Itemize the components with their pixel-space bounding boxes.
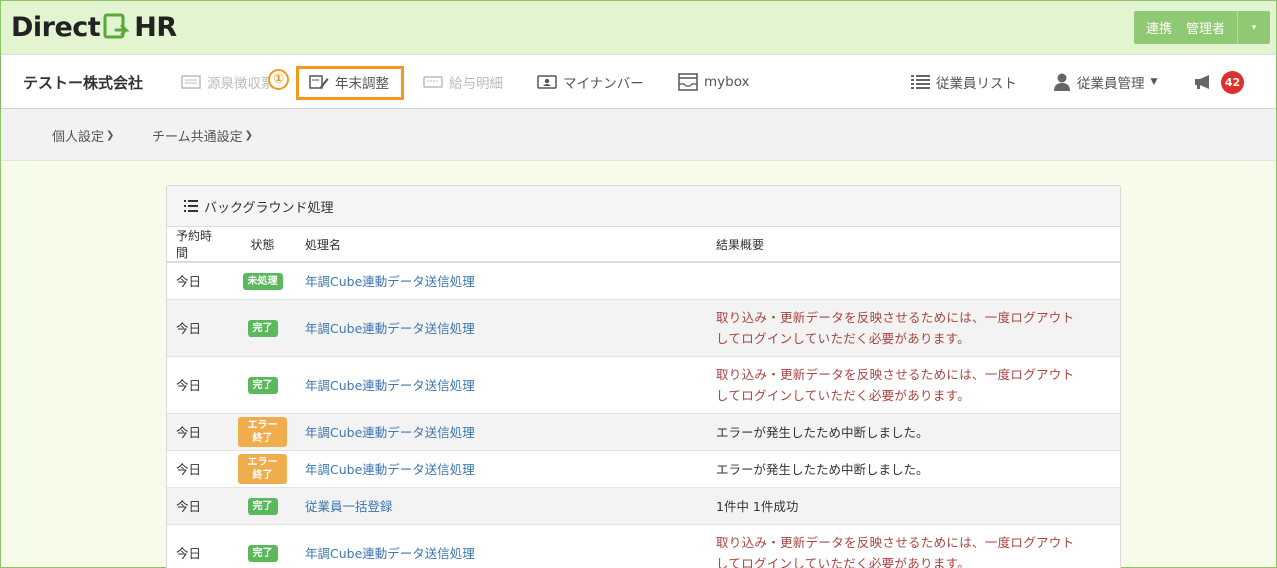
admin-button[interactable]: 連携 管理者 xyxy=(1133,11,1237,44)
top-header: Direct HR 連携 管理者 ▾ xyxy=(1,1,1276,54)
status-badge: 完了 xyxy=(247,544,278,562)
result-line: してログインしていただく必要があります。 xyxy=(716,555,971,568)
panel-header: バックグラウンド処理 xyxy=(167,186,1120,227)
background-jobs-panel: バックグラウンド処理 予約時間 状態 処理名 結果概要 今日 未処理 年調Cub… xyxy=(166,185,1121,568)
step-marker: ① xyxy=(268,69,289,90)
nav-item-label: 年末調整 xyxy=(335,76,389,92)
nav-item-employee-admin[interactable]: 従業員管理 ▼ xyxy=(1053,55,1157,109)
ledger-icon xyxy=(181,75,201,89)
nav-item-label: 給与明細 xyxy=(449,76,503,92)
result-line: してログインしていただく必要があります。 xyxy=(716,330,971,346)
status-badge: 完了 xyxy=(247,319,278,337)
panel-title: バックグラウンド処理 xyxy=(204,200,334,216)
chevron-down-icon: ❯ xyxy=(244,129,254,141)
notification-count-badge: 42 xyxy=(1221,70,1244,94)
table-row: 今日 エラー終了 年調Cube連動データ送信処理 エラーが発生したため中断しまし… xyxy=(167,449,1120,487)
job-name-link[interactable]: 従業員一括登録 xyxy=(305,499,393,514)
logo-text-left: Direct xyxy=(11,11,101,43)
status-badge: 完了 xyxy=(247,497,278,515)
column-header-status: 状態 xyxy=(229,227,296,263)
job-name-link[interactable]: 年調Cube連動データ送信処理 xyxy=(305,425,475,440)
column-header-time: 予約時間 xyxy=(167,227,229,263)
cell-result: 取り込み・更新データを反映させるためには、一度ログアウト してログインしていただく… xyxy=(707,355,1120,413)
nav-item-label: mybox xyxy=(704,74,750,90)
nav-item-label: 源泉徴収票 xyxy=(207,76,275,92)
logo-text-right: HR xyxy=(134,11,177,43)
admin-dropdown-toggle[interactable]: ▾ xyxy=(1237,11,1270,44)
caret-down-icon: ▼ xyxy=(1150,77,1158,87)
cell-result: 1件中 1件成功 xyxy=(707,486,1120,524)
table-row: 今日 完了 年調Cube連動データ送信処理 取り込み・更新データを反映させるため… xyxy=(167,355,1120,413)
chevron-down-icon: ▾ xyxy=(1251,22,1257,33)
job-name-link[interactable]: 年調Cube連動データ送信処理 xyxy=(305,546,475,561)
main-nav: テストー株式会社 源泉徴収票 ① 年末調整 給与明細 マイナンバー mybox … xyxy=(1,54,1276,108)
result-line: 取り込み・更新データを反映させるためには、一度ログアウト xyxy=(716,534,1075,550)
admin-menu: 連携 管理者 ▾ xyxy=(1133,11,1270,44)
brand-logo[interactable]: Direct HR xyxy=(11,10,177,44)
cell-time: 今日 xyxy=(167,486,229,524)
job-name-link[interactable]: 年調Cube連動データ送信処理 xyxy=(305,321,475,336)
table-row: 今日 完了 従業員一括登録 1件中 1件成功 xyxy=(167,486,1120,524)
job-name-link[interactable]: 年調Cube連動データ送信処理 xyxy=(305,274,475,289)
admin-link-label: 連携 xyxy=(1145,22,1172,37)
edit-doc-icon xyxy=(309,75,329,89)
nav-item-label: 従業員管理 xyxy=(1077,76,1145,92)
subnav-personal-settings[interactable]: 個人設定 ❯ xyxy=(52,109,114,161)
sub-nav: 個人設定 ❯ チーム共通設定 ❯ xyxy=(1,109,1276,161)
cell-time: 今日 xyxy=(167,412,229,450)
inbox-icon xyxy=(678,73,698,91)
nav-item-employee-list[interactable]: 従業員リスト xyxy=(911,55,1017,109)
list-icon xyxy=(184,200,198,212)
jobs-table: 予約時間 状態 処理名 結果概要 今日 未処理 年調Cube連動データ送信処理 … xyxy=(167,227,1120,568)
id-card-icon xyxy=(537,75,557,89)
keyboard-icon xyxy=(423,76,443,88)
cell-result: エラーが発生したため中断しました。 xyxy=(707,412,1120,450)
nav-item-mybox[interactable]: mybox xyxy=(678,55,750,109)
subnav-label: 個人設定 xyxy=(52,129,105,145)
subnav-label: チーム共通設定 xyxy=(152,129,243,145)
column-header-result: 結果概要 xyxy=(707,227,1120,263)
logo-mark-icon xyxy=(103,13,130,39)
nav-item-mynumber[interactable]: マイナンバー xyxy=(537,55,644,109)
cell-result: エラーが発生したため中断しました。 xyxy=(707,449,1120,487)
result-line: 取り込み・更新データを反映させるためには、一度ログアウト xyxy=(716,366,1075,382)
cell-time: 今日 xyxy=(167,449,229,487)
status-badge: 完了 xyxy=(247,376,278,394)
nav-item-year-end[interactable]: 年末調整 xyxy=(309,55,389,109)
cell-time: 今日 xyxy=(167,298,229,356)
status-badge: エラー終了 xyxy=(238,416,287,447)
admin-role-label: 管理者 xyxy=(1185,22,1225,37)
subnav-team-settings[interactable]: チーム共通設定 ❯ xyxy=(152,109,253,161)
cell-result: 取り込み・更新データを反映させるためには、一度ログアウト してログインしていただく… xyxy=(707,298,1120,356)
table-header-row: 予約時間 状態 処理名 結果概要 xyxy=(167,227,1120,263)
result-line: 取り込み・更新データを反映させるためには、一度ログアウト xyxy=(716,309,1075,325)
list-icon xyxy=(911,75,930,89)
cell-result: 取り込み・更新データを反映させるためには、一度ログアウト してログインしていただく… xyxy=(707,523,1120,568)
cell-time: 今日 xyxy=(167,261,229,299)
table-row: 今日 エラー終了 年調Cube連動データ送信処理 エラーが発生したため中断しまし… xyxy=(167,412,1120,450)
nav-item-label: マイナンバー xyxy=(563,76,644,92)
cell-result xyxy=(707,261,1120,299)
megaphone-icon xyxy=(1195,75,1209,89)
nav-item-label: 従業員リスト xyxy=(936,76,1017,92)
nav-item-payslip[interactable]: 給与明細 xyxy=(423,55,503,109)
table-row: 今日 完了 年調Cube連動データ送信処理 取り込み・更新データを反映させるため… xyxy=(167,298,1120,356)
column-header-name: 処理名 xyxy=(296,227,707,263)
cell-time: 今日 xyxy=(167,355,229,413)
nav-item-withholding[interactable]: 源泉徴収票 xyxy=(181,55,275,109)
status-badge: エラー終了 xyxy=(238,453,287,484)
table-row: 今日 完了 年調Cube連動データ送信処理 取り込み・更新データを反映させるため… xyxy=(167,523,1120,568)
cell-time: 今日 xyxy=(167,523,229,568)
job-name-link[interactable]: 年調Cube連動データ送信処理 xyxy=(305,462,475,477)
result-line: してログインしていただく必要があります。 xyxy=(716,387,971,403)
status-badge: 未処理 xyxy=(242,272,283,290)
notifications-button[interactable]: 42 xyxy=(1193,55,1244,109)
company-name: テストー株式会社 xyxy=(23,73,144,92)
user-icon xyxy=(1054,73,1070,91)
table-row: 今日 未処理 年調Cube連動データ送信処理 xyxy=(167,261,1120,299)
job-name-link[interactable]: 年調Cube連動データ送信処理 xyxy=(305,378,475,393)
chevron-down-icon: ❯ xyxy=(106,129,115,141)
